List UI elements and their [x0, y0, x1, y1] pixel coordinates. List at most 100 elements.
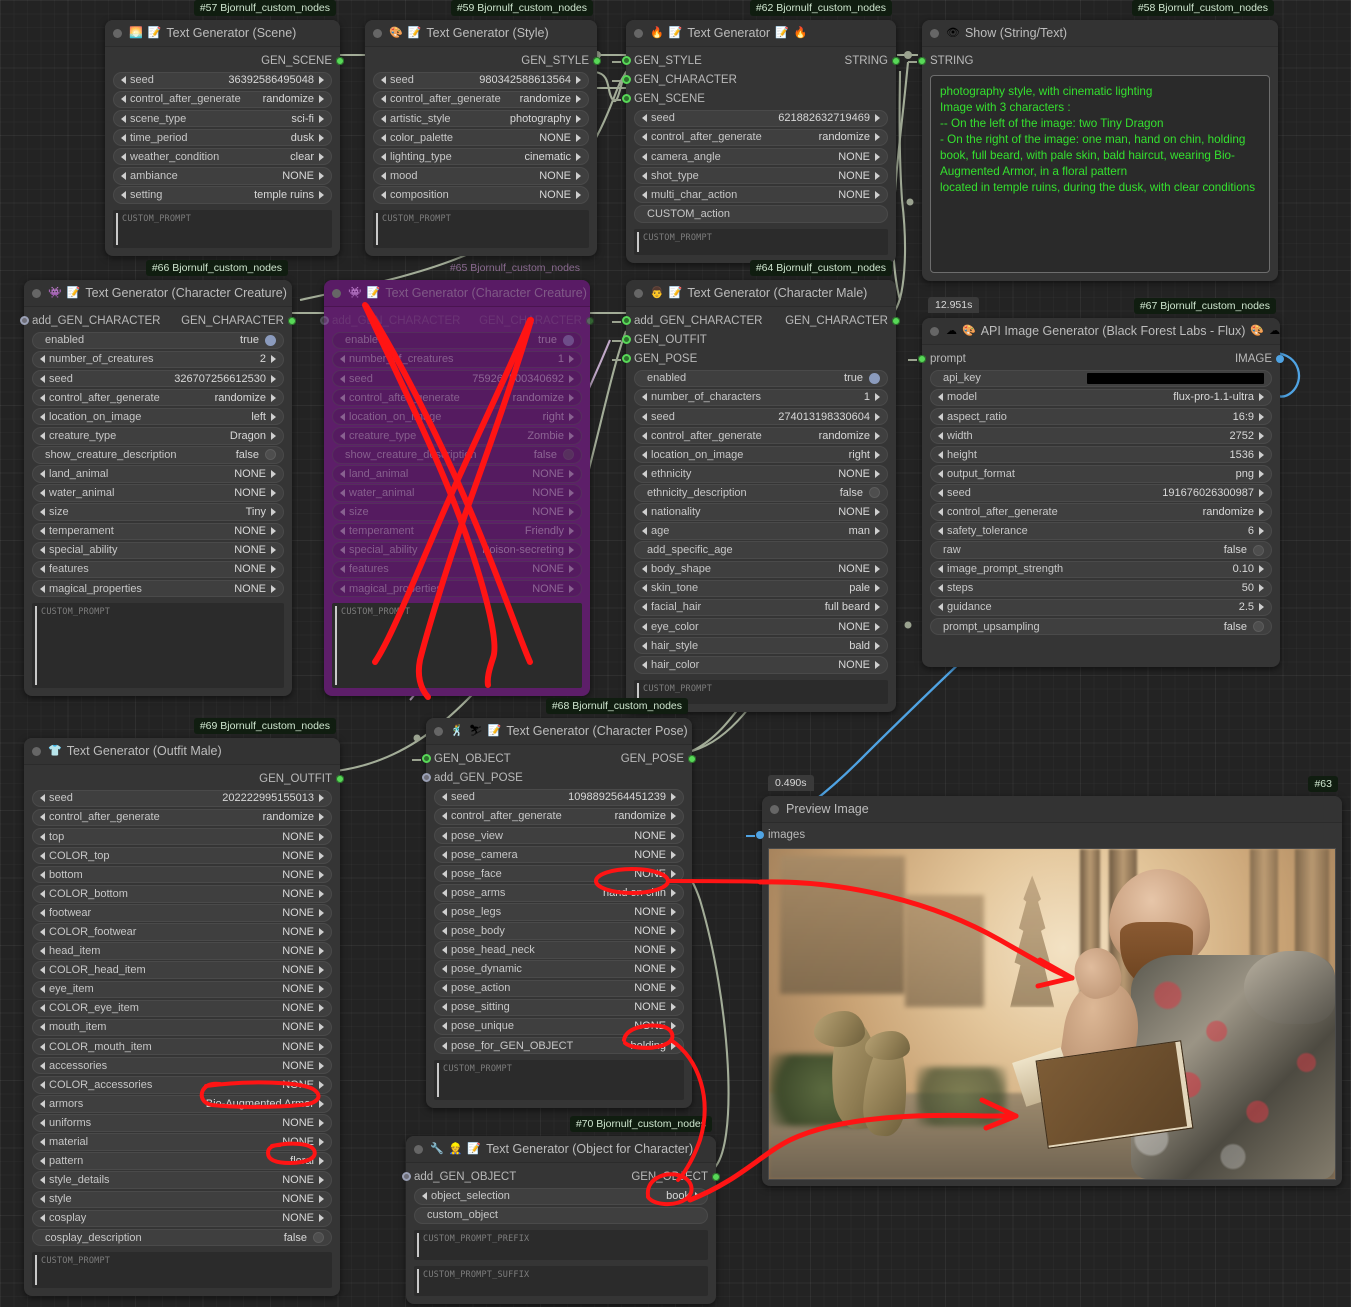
widget-object-selection[interactable]: object_selectionbook: [414, 1188, 708, 1206]
increment-icon[interactable]: [319, 1157, 324, 1165]
widget-land-animal[interactable]: land_animalNONE: [32, 465, 284, 483]
generated-image-preview[interactable]: [768, 848, 1336, 1180]
widget-ethnicity[interactable]: ethnicityNONE: [634, 465, 888, 483]
decrement-icon[interactable]: [642, 661, 647, 669]
widget-control-after-generate[interactable]: control_after_generaterandomize: [634, 129, 888, 147]
widget-temperament[interactable]: temperamentNONE: [32, 523, 284, 541]
decrement-icon[interactable]: [642, 584, 647, 592]
decrement-icon[interactable]: [938, 565, 943, 573]
decrement-icon[interactable]: [340, 489, 345, 497]
widget-control-after-generate[interactable]: control_after_generaterandomize: [434, 808, 684, 826]
show-text-output[interactable]: photography style, with cinematic lighti…: [930, 75, 1270, 273]
widget-color-head-item[interactable]: COLOR_head_itemNONE: [32, 961, 332, 979]
input-port-dot[interactable]: [20, 316, 29, 325]
decrement-icon[interactable]: [121, 115, 126, 123]
increment-icon[interactable]: [671, 946, 676, 954]
widget-multi-char-action[interactable]: multi_char_actionNONE: [634, 186, 888, 204]
toggle-icon[interactable]: [1253, 545, 1264, 556]
widget-creature-type[interactable]: creature_typeZombie: [332, 427, 582, 445]
decrement-icon[interactable]: [121, 191, 126, 199]
decrement-icon[interactable]: [381, 95, 386, 103]
node-text-generator-style[interactable]: #59 Bjornulf_custom_nodes 🎨 📝 Text Gener…: [365, 20, 597, 256]
node-preview-image[interactable]: #63 0.490s Preview Image images: [762, 796, 1342, 1186]
increment-icon[interactable]: [576, 172, 581, 180]
decrement-icon[interactable]: [442, 946, 447, 954]
input-port-dot[interactable]: [622, 75, 631, 84]
decrement-icon[interactable]: [40, 1195, 45, 1203]
decrement-icon[interactable]: [642, 603, 647, 611]
input-slot-add-gen-pose[interactable]: add_GEN_POSE: [434, 768, 684, 787]
collapse-icon[interactable]: [770, 805, 779, 814]
widget-raw[interactable]: rawfalse: [930, 541, 1272, 559]
output-port-dot[interactable]: [892, 57, 900, 65]
decrement-icon[interactable]: [40, 1100, 45, 1108]
widget-mouth-item[interactable]: mouth_itemNONE: [32, 1019, 332, 1037]
output-port-dot[interactable]: [1276, 355, 1284, 363]
custom-prompt-prefix-textarea[interactable]: CUSTOM_PROMPT_PREFIX: [414, 1230, 708, 1260]
node-character-male[interactable]: #64 Bjornulf_custom_nodes 👨 📝 Text Gener…: [626, 280, 896, 712]
increment-icon[interactable]: [1259, 565, 1264, 573]
increment-icon[interactable]: [319, 813, 324, 821]
widget-color-top[interactable]: COLOR_topNONE: [32, 847, 332, 865]
widget-special-ability[interactable]: special_abilityNONE: [32, 542, 284, 560]
input-port-dot[interactable]: [622, 94, 631, 103]
widget-location-on-image[interactable]: location_on_imageright: [634, 446, 888, 464]
toggle-icon[interactable]: [313, 1232, 324, 1243]
increment-icon[interactable]: [569, 546, 574, 554]
custom-prompt-textarea[interactable]: CUSTOM_PROMPT: [332, 603, 582, 688]
output-port-dot[interactable]: [712, 1173, 720, 1181]
node-header[interactable]: 🌅 📝 Text Generator (Scene): [105, 20, 340, 47]
increment-icon[interactable]: [875, 393, 880, 401]
increment-icon[interactable]: [671, 812, 676, 820]
increment-icon[interactable]: [576, 115, 581, 123]
widget-pose-dynamic[interactable]: pose_dynamicNONE: [434, 960, 684, 978]
decrement-icon[interactable]: [40, 871, 45, 879]
increment-icon[interactable]: [875, 603, 880, 611]
decrement-icon[interactable]: [121, 153, 126, 161]
decrement-icon[interactable]: [340, 375, 345, 383]
node-object-for-character[interactable]: #70 Bjornulf_custom_nodes 🔧 👷 📝 Text Gen…: [406, 1136, 716, 1304]
widget-bottom[interactable]: bottomNONE: [32, 866, 332, 884]
increment-icon[interactable]: [319, 1138, 324, 1146]
decrement-icon[interactable]: [442, 832, 447, 840]
input-port-dot[interactable]: [622, 335, 631, 344]
increment-icon[interactable]: [875, 191, 880, 199]
collapse-icon[interactable]: [32, 747, 41, 756]
widget-number-of-creatures[interactable]: number_of_creatures1: [332, 351, 582, 369]
widget-special-ability[interactable]: special_abilityPoison-secreting: [332, 542, 582, 560]
widget-pose-face[interactable]: pose_faceNONE: [434, 865, 684, 883]
decrement-icon[interactable]: [40, 1119, 45, 1127]
collapse-icon[interactable]: [634, 29, 643, 38]
increment-icon[interactable]: [319, 794, 324, 802]
widget-ethnicity-description[interactable]: ethnicity_descriptionfalse: [634, 484, 888, 502]
widget-setting[interactable]: settingtemple ruins: [113, 186, 332, 204]
decrement-icon[interactable]: [642, 451, 647, 459]
slot-row-character[interactable]: add_GEN_CHARACTER GEN_CHARACTER: [32, 311, 284, 330]
decrement-icon[interactable]: [40, 1176, 45, 1184]
input-slot-images[interactable]: images: [768, 825, 1336, 844]
custom-prompt-textarea[interactable]: CUSTOM_PROMPT: [113, 210, 332, 248]
decrement-icon[interactable]: [40, 394, 45, 402]
input-port-dot[interactable]: [422, 754, 431, 763]
node-outfit-male[interactable]: #69 Bjornulf_custom_nodes 👕 Text Generat…: [24, 738, 340, 1296]
increment-icon[interactable]: [319, 172, 324, 180]
output-slot-gen-scene[interactable]: GEN_SCENE: [113, 51, 332, 70]
increment-icon[interactable]: [319, 947, 324, 955]
increment-icon[interactable]: [695, 1192, 700, 1200]
increment-icon[interactable]: [875, 508, 880, 516]
increment-icon[interactable]: [569, 527, 574, 535]
slot-row-character[interactable]: add_GEN_CHARACTER GEN_CHARACTER: [332, 311, 582, 330]
output-port-dot[interactable]: [288, 317, 296, 325]
increment-icon[interactable]: [319, 1214, 324, 1222]
node-show-string-text[interactable]: #58 Bjornulf_custom_nodes 👁 Show (String…: [922, 20, 1278, 281]
widget-accessories[interactable]: accessoriesNONE: [32, 1057, 332, 1075]
output-slot-gen-outfit[interactable]: GEN_OUTFIT: [32, 769, 332, 788]
output-slot-gen-style[interactable]: GEN_STYLE: [373, 51, 589, 70]
toggle-icon[interactable]: [563, 449, 574, 460]
decrement-icon[interactable]: [121, 76, 126, 84]
increment-icon[interactable]: [271, 394, 276, 402]
toggle-icon[interactable]: [265, 335, 276, 346]
increment-icon[interactable]: [875, 642, 880, 650]
output-port-dot[interactable]: [336, 57, 344, 65]
increment-icon[interactable]: [1259, 470, 1264, 478]
